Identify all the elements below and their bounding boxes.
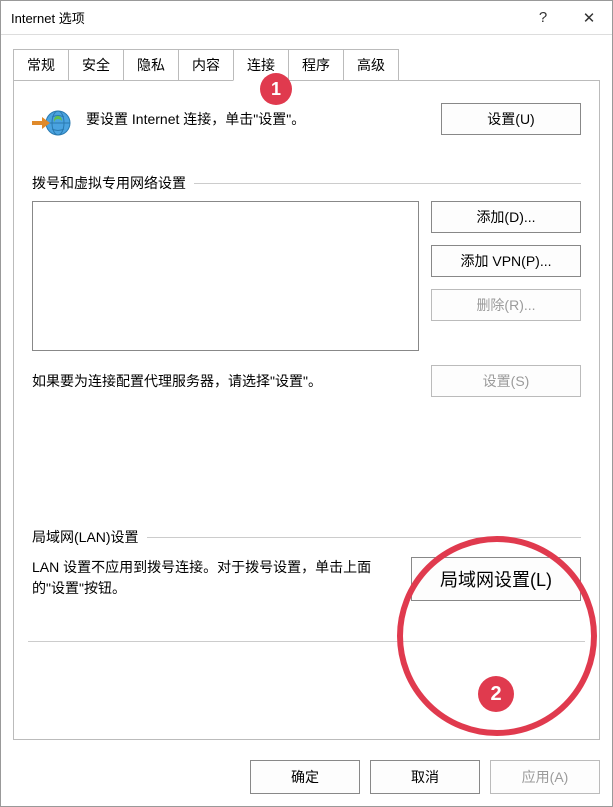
dialup-area: 添加(D)... 添加 VPN(P)... 删除(R)... <box>32 201 581 351</box>
tabs: 常规 安全 隐私 内容 连接 程序 高级 <box>13 49 600 80</box>
lan-help-text: LAN 设置不应用到拨号连接。对于拨号设置，单击上面的"设置"按钮。 <box>32 557 399 601</box>
tab-panel-connections: 要设置 Internet 连接，单击"设置"。 设置(U) 拨号和虚拟专用网络设… <box>13 80 600 740</box>
lan-section: 局域网(LAN)设置 LAN 设置不应用到拨号连接。对于拨号设置，单击上面的"设… <box>32 527 581 601</box>
ok-button[interactable]: 确定 <box>250 760 360 794</box>
tab-advanced[interactable]: 高级 <box>343 49 399 80</box>
close-button[interactable]: ✕ <box>566 1 612 35</box>
titlebar: Internet 选项 ? ✕ <box>1 1 612 35</box>
connection-settings-button: 设置(S) <box>431 365 581 397</box>
add-vpn-button[interactable]: 添加 VPN(P)... <box>431 245 581 277</box>
annotation-badge-1: 1 <box>260 73 292 105</box>
content-area: 常规 安全 隐私 内容 连接 程序 高级 <box>1 35 612 750</box>
tab-general[interactable]: 常规 <box>13 49 69 80</box>
tab-content[interactable]: 内容 <box>178 49 234 80</box>
help-button[interactable]: ? <box>520 1 566 35</box>
proxy-help-text: 如果要为连接配置代理服务器，请选择"设置"。 <box>32 371 419 391</box>
intro-text: 要设置 Internet 连接，单击"设置"。 <box>86 103 427 129</box>
lan-settings-button[interactable]: 局域网设置(L) <box>411 557 581 601</box>
lan-label-text: 局域网(LAN)设置 <box>32 527 139 547</box>
setup-button[interactable]: 设置(U) <box>441 103 581 135</box>
dialup-side-buttons: 添加(D)... 添加 VPN(P)... 删除(R)... <box>431 201 581 351</box>
lan-row: LAN 设置不应用到拨号连接。对于拨号设置，单击上面的"设置"按钮。 局域网设置… <box>32 557 581 601</box>
window-title: Internet 选项 <box>11 8 520 27</box>
divider-line <box>147 537 581 538</box>
apply-button: 应用(A) <box>490 760 600 794</box>
remove-button: 删除(R)... <box>431 289 581 321</box>
dialup-group-label: 拨号和虚拟专用网络设置 <box>32 173 581 193</box>
dialup-label-text: 拨号和虚拟专用网络设置 <box>32 173 186 193</box>
add-button[interactable]: 添加(D)... <box>431 201 581 233</box>
connections-listbox[interactable] <box>32 201 419 351</box>
dialog-footer: 确定 取消 应用(A) <box>1 750 612 806</box>
tab-security[interactable]: 安全 <box>68 49 124 80</box>
tab-privacy[interactable]: 隐私 <box>123 49 179 80</box>
annotation-badge-2: 2 <box>478 676 514 712</box>
lan-group-label: 局域网(LAN)设置 <box>32 527 581 547</box>
intro-row: 要设置 Internet 连接，单击"设置"。 设置(U) <box>32 103 581 143</box>
cancel-button[interactable]: 取消 <box>370 760 480 794</box>
divider-line <box>194 183 581 184</box>
globe-arrow-icon <box>32 103 72 143</box>
bottom-divider <box>28 641 585 642</box>
internet-options-window: Internet 选项 ? ✕ 常规 安全 隐私 内容 连接 程序 高级 <box>0 0 613 807</box>
proxy-row: 如果要为连接配置代理服务器，请选择"设置"。 设置(S) <box>32 365 581 397</box>
tab-programs[interactable]: 程序 <box>288 49 344 80</box>
